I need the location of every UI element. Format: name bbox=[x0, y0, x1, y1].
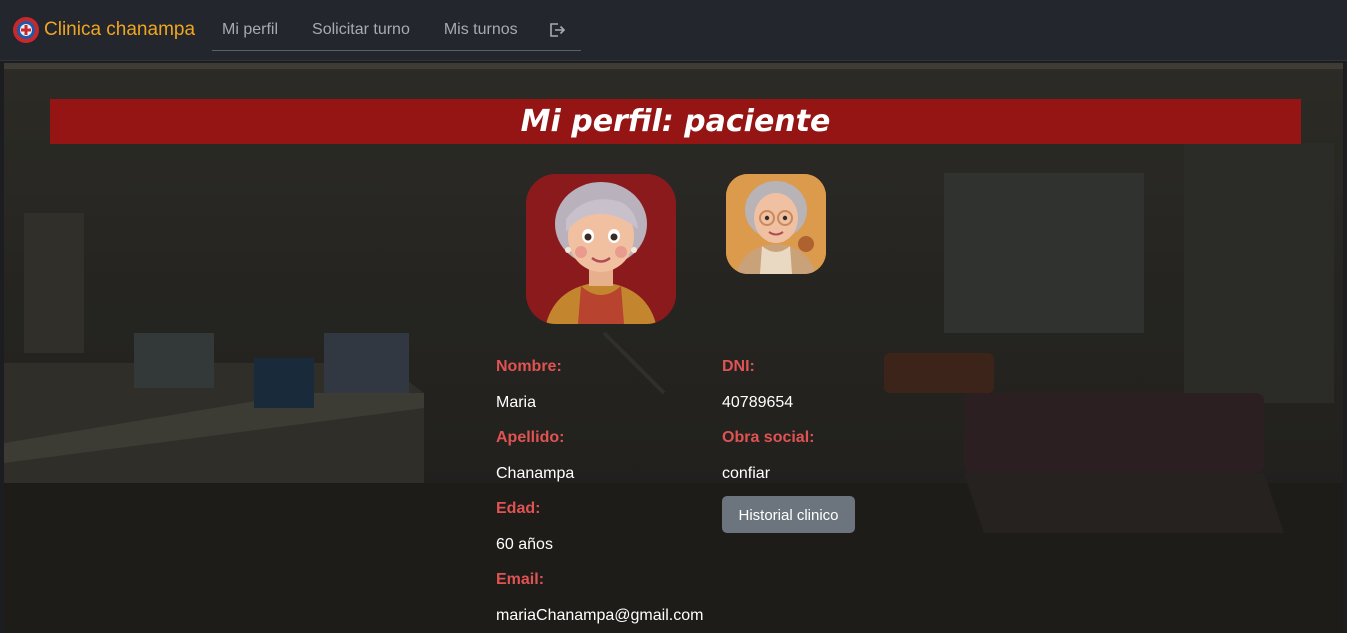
hospital-background-image bbox=[4, 63, 1343, 633]
grandma-glasses-avatar-icon bbox=[726, 174, 826, 274]
value-nombre: Maria bbox=[496, 394, 537, 411]
label-obra-social: Obra social: bbox=[722, 429, 815, 446]
grandma-avatar-icon bbox=[526, 174, 676, 324]
historial-clinico-button[interactable]: Historial clinico bbox=[722, 496, 855, 533]
profile-avatar-secondary bbox=[726, 174, 826, 274]
label-edad: Edad: bbox=[496, 500, 541, 517]
logout-icon[interactable] bbox=[548, 21, 566, 39]
label-nombre: Nombre: bbox=[496, 358, 562, 375]
brand-name[interactable]: Clinica chanampa bbox=[44, 19, 195, 41]
profile-section: Mi perfil: paciente Nombre: Maria Apelli… bbox=[4, 63, 1343, 633]
nav-link-solicitar-turno[interactable]: Solicitar turno bbox=[312, 21, 410, 39]
nav-link-mi-perfil[interactable]: Mi perfil bbox=[222, 21, 278, 39]
nav-link-mis-turnos[interactable]: Mis turnos bbox=[444, 21, 518, 39]
page-title-bar: Mi perfil: paciente bbox=[50, 99, 1301, 144]
nav-links: Mi perfil Solicitar turno Mis turnos bbox=[212, 10, 581, 51]
navbar: Clinica chanampa Mi perfil Solicitar tur… bbox=[0, 0, 1347, 61]
label-dni: DNI: bbox=[722, 358, 755, 375]
brand-link[interactable]: Clinica chanampa bbox=[12, 14, 195, 46]
value-apellido: Chanampa bbox=[496, 465, 575, 482]
clinic-logo-icon bbox=[13, 17, 39, 43]
value-dni: 40789654 bbox=[722, 394, 794, 411]
page-title: Mi perfil: paciente bbox=[520, 104, 831, 139]
label-apellido: Apellido: bbox=[496, 429, 565, 446]
value-edad: 60 años bbox=[496, 536, 553, 553]
label-email: Email: bbox=[496, 571, 545, 588]
profile-avatar-primary bbox=[526, 174, 676, 324]
value-email: mariaChanampa@gmail.com bbox=[496, 607, 704, 624]
value-obra-social: confiar bbox=[722, 465, 771, 482]
